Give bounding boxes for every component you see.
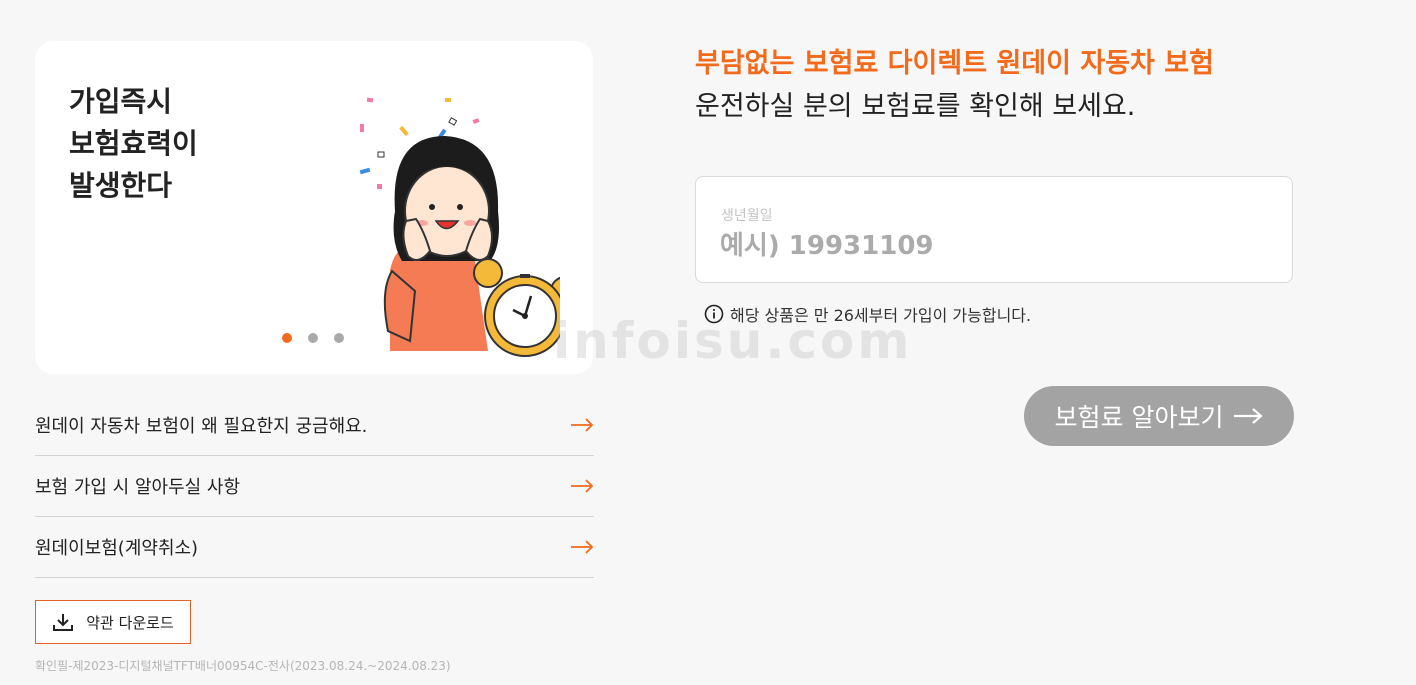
- promo-banner: 가입즉시 보험효력이 발생한다: [35, 41, 593, 374]
- headline-subtitle: 운전하실 분의 보험료를 확인해 보세요.: [695, 91, 1136, 122]
- link-why-needed[interactable]: 원데이 자동차 보험이 왜 필요한지 궁금해요.: [35, 395, 594, 456]
- link-label: 원데이보험(계약취소): [35, 538, 199, 559]
- arrow-right-icon: [571, 540, 594, 554]
- arrow-right-icon: [571, 479, 594, 493]
- check-premium-button[interactable]: 보험료 알아보기: [1024, 386, 1294, 446]
- cta-label: 보험료 알아보기: [1054, 403, 1224, 432]
- info-icon: [704, 304, 724, 324]
- banner-title-line-1: 가입즉시: [69, 85, 173, 118]
- headline-title: 부담없는 보험료 다이렉트 원데이 자동차 보험: [695, 48, 1214, 79]
- terms-download-button[interactable]: 약관 다운로드: [35, 600, 191, 644]
- headline: 부담없는 보험료 다이렉트 원데이 자동차 보험 운전하실 분의 보험료를 확인…: [695, 44, 1214, 130]
- birthdate-input[interactable]: [718, 225, 1262, 267]
- link-things-to-know[interactable]: 보험 가입 시 알아두실 사항: [35, 456, 594, 517]
- arrow-right-icon: [1234, 408, 1264, 424]
- link-label: 보험 가입 시 알아두실 사항: [35, 477, 241, 498]
- banner-title: 가입즉시 보험효력이 발생한다: [69, 81, 198, 207]
- approval-footnote: 확인필-제2023-디지털채널TFT배너00954C-전사(2023.08.24…: [35, 659, 451, 673]
- carousel-dot-3[interactable]: [334, 333, 344, 343]
- birthdate-field-box[interactable]: 생년월일: [695, 176, 1293, 283]
- carousel-indicator: [282, 333, 344, 343]
- info-link-list: 원데이 자동차 보험이 왜 필요한지 궁금해요. 보험 가입 시 알아두실 사항…: [35, 395, 594, 578]
- download-label: 약관 다운로드: [86, 613, 174, 632]
- carousel-dot-2[interactable]: [308, 333, 318, 343]
- notice-text: 해당 상품은 만 26세부터 가입이 가능합니다.: [730, 306, 1032, 325]
- link-contract-cancel[interactable]: 원데이보험(계약취소): [35, 517, 594, 578]
- age-notice: 해당 상품은 만 26세부터 가입이 가능합니다.: [704, 302, 1031, 326]
- banner-title-line-2: 보험효력이: [69, 127, 198, 160]
- download-icon: [53, 614, 74, 631]
- link-label: 원데이 자동차 보험이 왜 필요한지 궁금해요.: [35, 416, 368, 437]
- banner-title-line-3: 발생한다: [69, 169, 173, 202]
- carousel-dot-1[interactable]: [282, 333, 292, 343]
- birthdate-label: 생년월일: [721, 208, 773, 224]
- girl-with-alarm-clock-illustration: [359, 97, 560, 357]
- arrow-right-icon: [571, 418, 594, 432]
